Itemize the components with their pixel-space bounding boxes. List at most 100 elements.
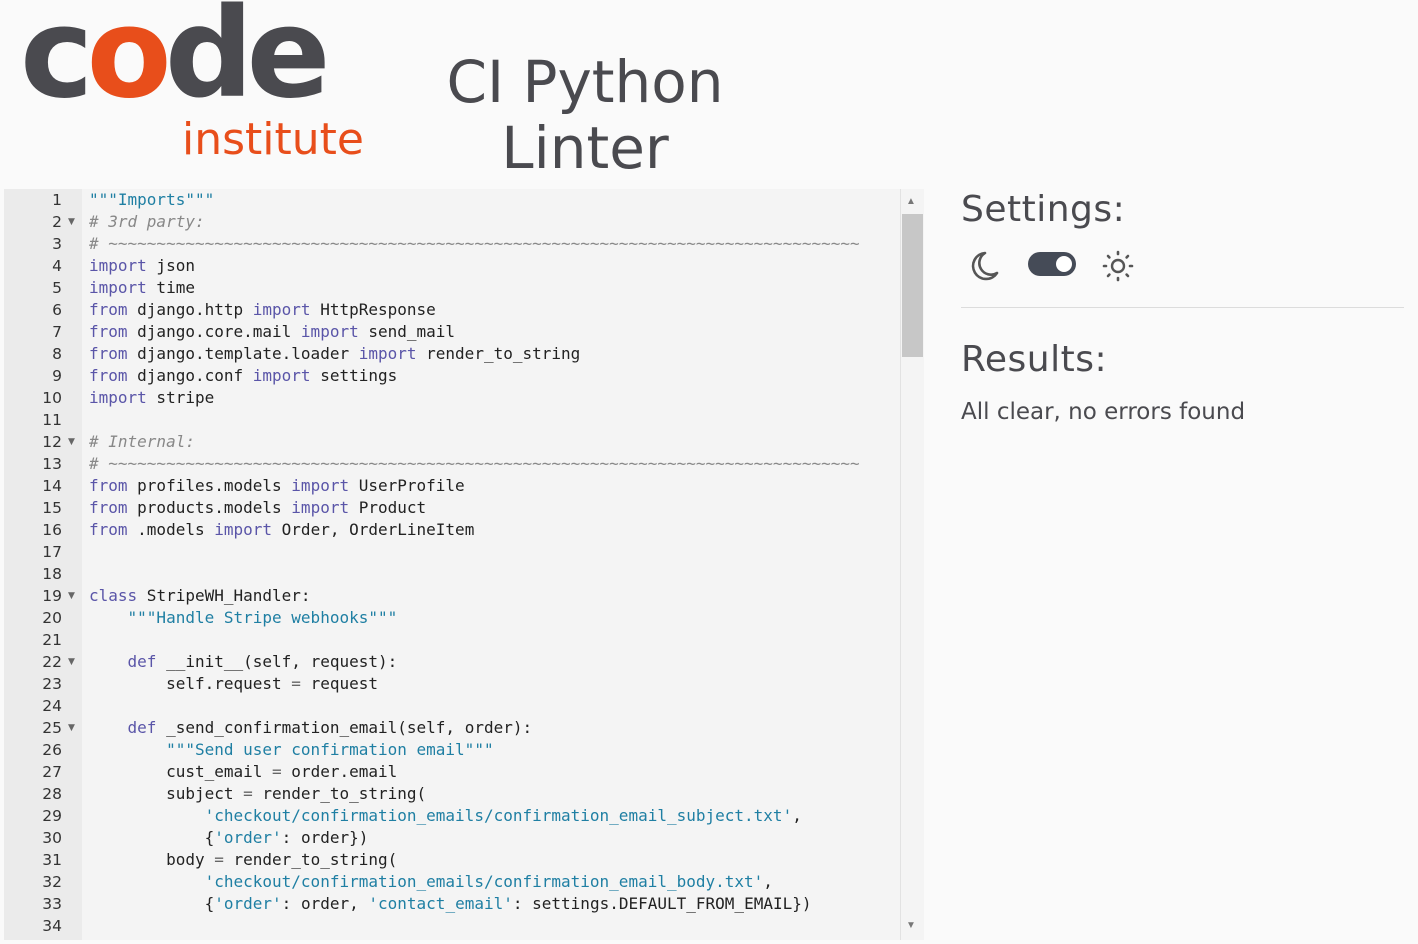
code-token: 'contact_email' (368, 894, 513, 913)
code-token: import (89, 388, 147, 407)
code-line[interactable]: 18 (4, 563, 884, 585)
code-token: { (89, 894, 215, 913)
code-line[interactable]: 34 (4, 915, 884, 937)
line-number: 21 (42, 631, 62, 649)
code-line[interactable]: 2 ▼ # 3rd party: (4, 211, 884, 233)
code-token: , (763, 872, 773, 891)
fold-arrow-icon[interactable]: ▼ (68, 651, 75, 673)
scroll-up-arrow-icon[interactable]: ▲ (906, 197, 916, 207)
code-line[interactable]: 9 from django.conf import settings (4, 365, 884, 387)
code-lines[interactable]: 1 """Imports""" 2 ▼ # 3rd party: 3 # ~~~~~~~~~… (4, 189, 884, 937)
code-token: import (291, 476, 350, 495)
line-code: """Imports""" (89, 189, 214, 211)
code-line[interactable]: 10 import stripe (4, 387, 884, 409)
code-line[interactable]: 11 (4, 409, 884, 431)
code-token: _send_confirmation_email(self, order): (156, 718, 533, 737)
code-line[interactable]: 4 import json (4, 255, 884, 277)
code-line[interactable]: 12 ▼ # Internal: (4, 431, 884, 453)
code-line[interactable]: 29 'checkout/confirmation_emails/confirm… (4, 805, 884, 827)
line-number: 6 (52, 301, 62, 319)
code-line[interactable]: 27 cust_email = order.email (4, 761, 884, 783)
line-code: body = render_to_string( (89, 849, 397, 871)
code-line[interactable]: 33 {'order': order, 'contact_email': set… (4, 893, 884, 915)
line-number: 25 (42, 719, 62, 737)
code-token: self.request (89, 674, 292, 693)
fold-arrow-icon[interactable]: ▼ (68, 431, 75, 453)
line-code: from django.template.loader import rende… (89, 343, 580, 365)
fold-arrow-icon[interactable]: ▼ (68, 717, 75, 739)
code-token: django.http (127, 300, 253, 319)
line-number: 34 (42, 917, 62, 935)
code-line[interactable]: 7 from django.core.mail import send_mail (4, 321, 884, 343)
code-token: # 3rd party: (89, 212, 205, 231)
code-token: from (89, 366, 128, 385)
line-code: class StripeWH_Handler: (89, 585, 311, 607)
scroll-down-arrow-icon[interactable]: ▼ (906, 921, 916, 931)
line-number: 19 (42, 587, 62, 605)
code-line[interactable]: 30 {'order': order}) (4, 827, 884, 849)
code-token: Product (349, 498, 427, 517)
code-line[interactable]: 16 from .models import Order, OrderLineIt… (4, 519, 884, 541)
sun-icon[interactable] (1101, 249, 1135, 283)
code-line[interactable]: 28 subject = render_to_string( (4, 783, 884, 805)
code-token: """Handle Stripe webhooks""" (127, 608, 398, 627)
code-line[interactable]: 14 from profiles.models import UserProfil… (4, 475, 884, 497)
editor-scrollbar[interactable]: ▲ ▼ (880, 189, 924, 940)
code-line[interactable]: 1 """Imports""" (4, 189, 884, 211)
fold-arrow-icon[interactable]: ▼ (68, 585, 75, 607)
code-token: """Imports""" (89, 190, 215, 209)
code-token: = (291, 674, 301, 693)
moon-icon[interactable] (965, 249, 1001, 283)
line-number: 13 (42, 455, 62, 473)
toggle-knob (1056, 256, 1072, 272)
code-line[interactable]: 26 """Send user confirmation email""" (4, 739, 884, 761)
code-token: from (89, 344, 128, 363)
code-line[interactable]: 24 (4, 695, 884, 717)
line-number: 22 (42, 653, 62, 671)
line-code: from django.core.mail import send_mail (89, 321, 455, 343)
code-token: { (89, 828, 215, 847)
code-line[interactable]: 15 from products.models import Product (4, 497, 884, 519)
theme-toggle[interactable] (1028, 252, 1076, 276)
line-number: 26 (42, 741, 62, 759)
code-line[interactable]: 20 """Handle Stripe webhooks""" (4, 607, 884, 629)
line-number: 18 (42, 565, 62, 583)
code-token: import (291, 498, 350, 517)
fold-arrow-icon[interactable]: ▼ (68, 211, 75, 233)
code-editor[interactable]: 1 """Imports""" 2 ▼ # 3rd party: 3 # ~~~~~~~~~… (4, 189, 924, 940)
code-token: = (214, 850, 224, 869)
code-line[interactable]: 6 from django.http import HttpResponse (4, 299, 884, 321)
code-line[interactable]: 21 (4, 629, 884, 651)
code-line[interactable]: 19 ▼ class StripeWH_Handler: (4, 585, 884, 607)
code-line[interactable]: 31 body = render_to_string( (4, 849, 884, 871)
line-code: from .models import Order, OrderLineItem (89, 519, 474, 541)
code-token: , (792, 806, 802, 825)
code-token: settings (310, 366, 398, 385)
code-token: django.template.loader (127, 344, 359, 363)
code-token: HttpResponse (310, 300, 436, 319)
line-code: cust_email = order.email (89, 761, 397, 783)
code-line[interactable]: 13 # ~~~~~~~~~~~~~~~~~~~~~~~~~~~~~~~~~~~~… (4, 453, 884, 475)
code-token: from (89, 322, 128, 341)
scrollbar-thumb[interactable] (902, 214, 923, 357)
code-line[interactable]: 3 # ~~~~~~~~~~~~~~~~~~~~~~~~~~~~~~~~~~~~~… (4, 233, 884, 255)
code-token: = (272, 762, 282, 781)
line-number: 9 (52, 367, 62, 385)
code-institute-logo: code institute (20, 0, 364, 171)
settings-heading: Settings: (961, 189, 1126, 230)
code-line[interactable]: 5 import time (4, 277, 884, 299)
code-line[interactable]: 25 ▼ def _send_confirmation_email(self, o… (4, 717, 884, 739)
code-line[interactable]: 22 ▼ def __init__(self, request): (4, 651, 884, 673)
line-code: from django.http import HttpResponse (89, 299, 436, 321)
code-line[interactable]: 32 'checkout/confirmation_emails/confirm… (4, 871, 884, 893)
code-token: : order, (281, 894, 369, 913)
page-title-line2: Linter (501, 113, 669, 182)
line-number: 7 (52, 323, 62, 341)
logo-subtitle: institute (182, 114, 364, 165)
code-line[interactable]: 23 self.request = request (4, 673, 884, 695)
code-line[interactable]: 8 from django.template.loader import rend… (4, 343, 884, 365)
code-line[interactable]: 17 (4, 541, 884, 563)
line-number: 33 (42, 895, 62, 913)
